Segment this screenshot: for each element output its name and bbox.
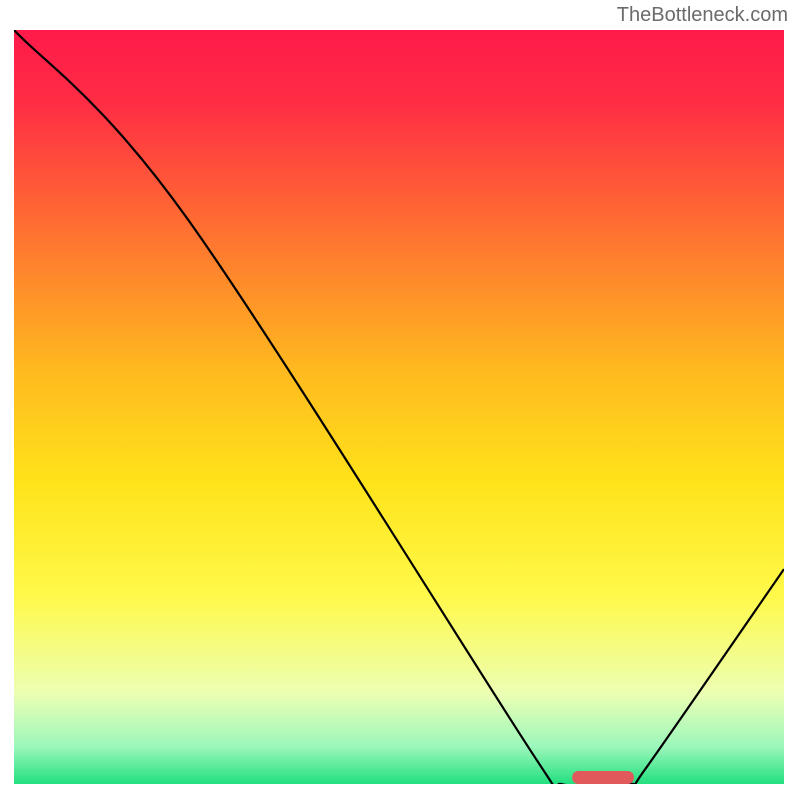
bottleneck-chart [14,30,784,784]
watermark-text: TheBottleneck.com [617,4,788,27]
optimal-zone-marker [572,771,634,784]
